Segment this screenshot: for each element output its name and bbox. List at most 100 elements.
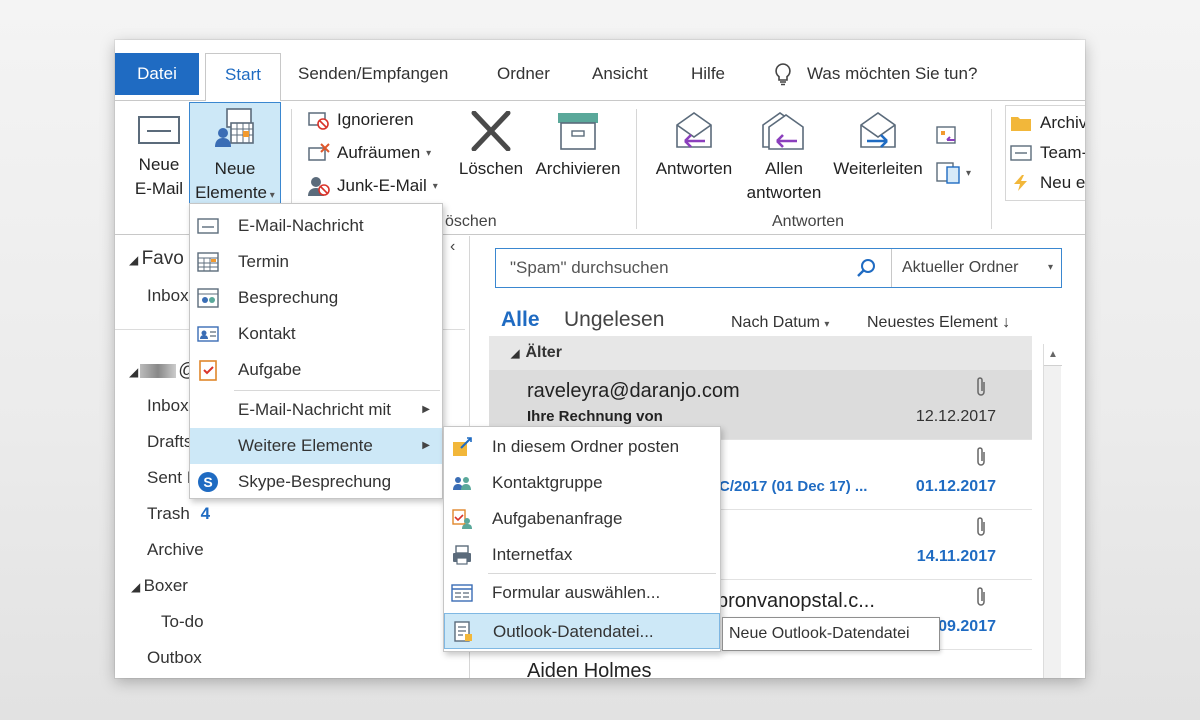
submenu-arrow-icon: ▶	[422, 404, 430, 415]
archive-label: Archivieren	[535, 159, 621, 178]
ribbon-tab-bar: Datei Start Senden/Empfangen Ordner Ansi…	[115, 40, 1085, 101]
im-reply-icon	[936, 162, 960, 184]
menu-item-label: Kontaktgruppe	[492, 473, 603, 492]
junk-icon	[308, 177, 330, 196]
menu-item-contact[interactable]: Kontakt	[190, 316, 442, 352]
nav-boxer[interactable]: ◢ Boxer	[131, 576, 188, 596]
new-email-button[interactable]: Neue E-Mail	[129, 111, 189, 201]
menu-item-label: Besprechung	[238, 288, 339, 307]
menu-item-email-message[interactable]: E-Mail-Nachricht	[190, 208, 442, 244]
quick-step-new[interactable]: Neu e	[1010, 168, 1085, 198]
sort-order-toggle[interactable]: Neuestes Element ↓	[867, 314, 1010, 332]
tab-file[interactable]: Datei	[115, 53, 199, 95]
favorites-header[interactable]: ◢ Favo	[129, 248, 184, 270]
tab-view[interactable]: Ansicht	[582, 53, 658, 95]
nav-inbox[interactable]: Inbox	[147, 396, 189, 416]
tell-me-box[interactable]: Was möchten Sie tun?	[773, 53, 977, 95]
search-box[interactable]: "Spam" durchsuchen Aktueller Ordner ▾	[495, 248, 1062, 288]
menu-item-label: E-Mail-Nachricht mit	[238, 400, 392, 419]
reply-all-label-1: Allen	[765, 159, 803, 178]
nav-sent[interactable]: Sent I	[147, 468, 191, 488]
quick-step-team-label: Team-	[1040, 143, 1085, 162]
ignore-label: Ignorieren	[337, 110, 414, 129]
meeting-icon	[197, 288, 219, 308]
menu-item-task[interactable]: Aufgabe	[190, 352, 442, 388]
message-sender: raveleyra@daranjo.com	[527, 380, 740, 402]
message-item[interactable]: Aiden Holmes	[489, 650, 1032, 678]
sort-by-dropdown[interactable]: Nach Datum ▾	[731, 314, 829, 332]
new-items-button[interactable]: Neue Elemente ▾	[189, 102, 281, 204]
menu-item-appointment[interactable]: Termin	[190, 244, 442, 280]
account-header[interactable]: ◢ @	[129, 360, 198, 382]
lightning-icon	[1014, 175, 1027, 191]
quick-step-team[interactable]: Team-	[1010, 138, 1085, 168]
date-group-label: Älter	[525, 344, 562, 361]
message-subject: C/2017 (01 Dec 17) ...	[719, 478, 868, 495]
menu-item-choose-form[interactable]: Formular auswählen...	[444, 575, 720, 611]
chevron-down-icon: ▾	[966, 167, 972, 179]
date-group-header[interactable]: ◢ Älter	[489, 336, 1032, 370]
menu-item-more-items[interactable]: Weitere Elemente ▶	[190, 428, 442, 464]
reply-label: Antworten	[655, 159, 733, 178]
search-input[interactable]: "Spam" durchsuchen	[496, 249, 891, 287]
nav-trash[interactable]: Trash 4	[147, 504, 210, 524]
menu-item-label: Outlook-Datendatei...	[493, 622, 654, 641]
menu-item-email-with[interactable]: E-Mail-Nachricht mit ▶	[190, 392, 442, 428]
menu-item-task-request[interactable]: Aufgabenanfrage	[444, 501, 720, 537]
tab-start[interactable]: Start	[205, 53, 281, 101]
tab-send-receive[interactable]: Senden/Empfangen	[288, 53, 458, 95]
menu-item-internet-fax[interactable]: Internetfax	[444, 537, 720, 573]
reply-button[interactable]: Antworten	[649, 111, 739, 181]
favorites-inbox[interactable]: Inbox	[147, 286, 189, 306]
menu-item-label: Formular auswählen...	[492, 583, 661, 602]
nav-outbox[interactable]: Outbox	[147, 648, 202, 668]
filter-all-tab[interactable]: Alle	[501, 308, 540, 332]
tab-folder[interactable]: Ordner	[487, 53, 560, 95]
meeting-reply-button[interactable]	[935, 125, 959, 152]
delete-label: Löschen	[458, 159, 524, 178]
quick-step-archive[interactable]: Archiv	[1010, 108, 1085, 138]
nav-todo[interactable]: To-do	[161, 612, 204, 632]
filter-unread-tab[interactable]: Ungelesen	[564, 308, 664, 332]
unread-count-badge: 4	[200, 504, 211, 523]
search-scope-dropdown[interactable]: Aktueller Ordner ▾	[891, 249, 1061, 287]
menu-item-label: Aufgabe	[238, 360, 302, 379]
nav-boxer-label: Boxer	[143, 576, 188, 595]
archive-button[interactable]: Archivieren	[531, 111, 625, 181]
menu-item-post-in-folder[interactable]: In diesem Ordner posten	[444, 429, 720, 465]
menu-item-meeting[interactable]: Besprechung	[190, 280, 442, 316]
collapse-pane-icon[interactable]: ‹	[450, 238, 455, 256]
reply-all-icon	[762, 112, 804, 150]
expand-triangle-icon: ◢	[511, 348, 520, 360]
message-list-scrollbar[interactable]: ▲	[1043, 344, 1062, 678]
new-email-label-1: Neue	[138, 155, 180, 174]
search-icon[interactable]	[856, 257, 878, 279]
menu-item-outlook-data-file[interactable]: Outlook-Datendatei...	[444, 613, 720, 649]
email-icon	[197, 218, 219, 234]
data-file-icon	[454, 621, 472, 642]
ignore-button[interactable]: Ignorieren	[307, 105, 414, 135]
submenu-arrow-icon: ▶	[422, 440, 430, 451]
scroll-up-arrow-icon[interactable]: ▲	[1044, 344, 1062, 366]
menu-item-label: Internetfax	[492, 545, 573, 564]
delete-button[interactable]: Löschen	[455, 111, 527, 181]
post-icon	[453, 437, 472, 456]
forward-icon	[860, 112, 896, 148]
junk-button[interactable]: Junk-E-Mail ▾	[307, 171, 438, 201]
forward-label: Weiterleiten	[833, 159, 923, 178]
forward-button[interactable]: Weiterleiten	[829, 111, 927, 181]
new-items-icon	[215, 108, 254, 147]
menu-item-skype-meeting[interactable]: S Skype-Besprechung	[190, 464, 442, 500]
nav-drafts[interactable]: Drafts	[147, 432, 192, 452]
nav-trash-label: Trash	[147, 504, 190, 523]
more-respond-button[interactable]: ▾	[935, 161, 971, 185]
chevron-down-icon: ▾	[267, 190, 275, 201]
junk-label: Junk-E-Mail	[337, 176, 427, 195]
nav-archive[interactable]: Archive	[147, 540, 204, 560]
menu-separator	[488, 573, 716, 574]
tab-help[interactable]: Hilfe	[681, 53, 735, 95]
reply-all-button[interactable]: Allen antworten	[739, 111, 829, 205]
ribbon-separator	[636, 109, 637, 229]
cleanup-button[interactable]: Aufräumen ▾	[307, 138, 431, 168]
menu-item-contact-group[interactable]: Kontaktgruppe	[444, 465, 720, 501]
